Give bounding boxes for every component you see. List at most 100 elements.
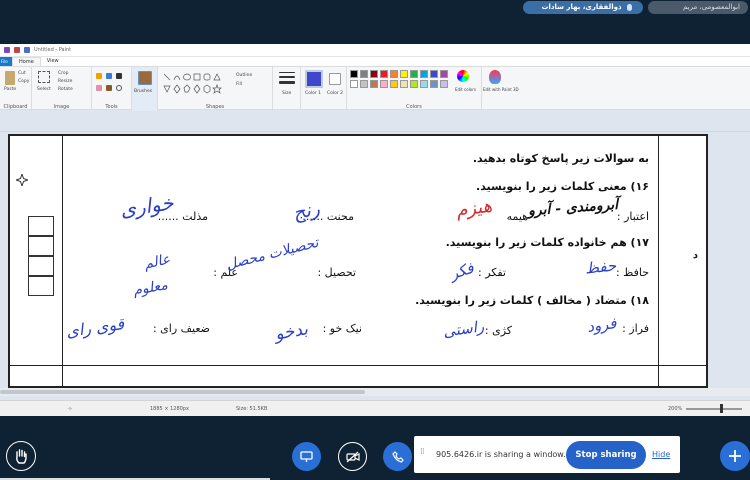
- zoom-slider-thumb[interactable]: [720, 404, 723, 413]
- pencil-icon[interactable]: [96, 73, 102, 79]
- fill-dropdown[interactable]: Fill: [236, 82, 242, 87]
- group-label: Tools: [105, 104, 118, 110]
- color-swatch[interactable]: [350, 70, 358, 78]
- edit-colors-icon[interactable]: [457, 70, 469, 82]
- edit-colors-button[interactable]: Edit colors: [455, 87, 476, 92]
- group-label: Shapes: [205, 104, 225, 110]
- color-swatch[interactable]: [430, 80, 438, 88]
- redo-icon[interactable]: [24, 47, 30, 53]
- color-swatch[interactable]: [400, 70, 408, 78]
- q18-answer-3: بدخو: [273, 319, 310, 345]
- color-swatch[interactable]: [390, 70, 398, 78]
- color-swatch[interactable]: [410, 80, 418, 88]
- color-select-group: Color 1 Color 2: [301, 67, 347, 111]
- brushes-group: Brushes: [132, 67, 158, 111]
- paint3d-icon[interactable]: [489, 70, 501, 84]
- color2-swatch[interactable]: [329, 73, 341, 85]
- tab-view[interactable]: View: [41, 57, 65, 66]
- worksheet-image[interactable]: د به سوالات زیر پاسخ کوتاه بدهید. ۱۶) مع…: [8, 134, 708, 388]
- rotate-button[interactable]: Rotate: [58, 87, 73, 92]
- cut-button[interactable]: Cut: [18, 71, 26, 76]
- canvas-size-text: 1885 × 1280px: [150, 406, 189, 412]
- outline-dropdown[interactable]: Outline: [236, 73, 252, 78]
- color1-swatch[interactable]: [305, 70, 323, 88]
- clipboard-group: Paste Cut Copy Clipboard: [0, 67, 32, 111]
- size-button[interactable]: Size: [282, 91, 291, 96]
- q17-item-2: تفکر :: [478, 266, 506, 279]
- fill-icon[interactable]: [106, 73, 112, 79]
- paint3d-group: Edit with Paint 3D: [482, 67, 519, 111]
- move-handle-icon: [16, 174, 28, 186]
- color-swatch[interactable]: [440, 70, 448, 78]
- color-swatch[interactable]: [360, 80, 368, 88]
- color-picker-icon[interactable]: [106, 85, 112, 91]
- margin-line: [658, 136, 659, 386]
- paste-icon[interactable]: [5, 71, 15, 85]
- drag-handle-icon[interactable]: ⁞⁞: [420, 447, 425, 457]
- paste-button[interactable]: Paste: [4, 87, 16, 92]
- size-group: Size: [273, 67, 301, 111]
- file-size-text: Size: 51.5KB: [236, 406, 268, 412]
- score-boxes: [28, 216, 54, 296]
- tab-file[interactable]: File: [0, 57, 12, 66]
- color-swatch[interactable]: [390, 80, 398, 88]
- participant-active[interactable]: ذوالفقاری، بهار سادات: [523, 1, 643, 14]
- horizontal-scrollbar[interactable]: [0, 388, 750, 396]
- color-swatch[interactable]: [350, 80, 358, 88]
- audio-button[interactable]: [383, 442, 412, 471]
- select-icon[interactable]: [38, 71, 50, 83]
- q18-answer-1: فرود: [585, 314, 618, 336]
- question-16-title: ۱۶) معنی کلمات زیر را بنویسید.: [476, 180, 649, 193]
- camera-toggle-button[interactable]: [338, 442, 367, 471]
- color-swatch[interactable]: [410, 70, 418, 78]
- camera-off-icon: [345, 451, 360, 462]
- q17-item-3: تحصیل :: [317, 266, 356, 279]
- color2-label: Color 2: [327, 91, 344, 96]
- color-swatch[interactable]: [430, 70, 438, 78]
- color-swatch[interactable]: [380, 80, 388, 88]
- image-group: Select Crop Resize Rotate Image: [32, 67, 92, 111]
- color-swatch[interactable]: [420, 70, 428, 78]
- participant-name: ابوالمعصومی، مریم: [683, 3, 740, 11]
- edit-paint3d-button[interactable]: Edit with Paint 3D: [483, 87, 519, 92]
- crop-button[interactable]: Crop: [58, 71, 69, 76]
- color-swatch[interactable]: [380, 70, 388, 78]
- magnifier-icon[interactable]: [116, 85, 122, 91]
- color-swatch[interactable]: [370, 80, 378, 88]
- save-icon[interactable]: [4, 47, 10, 53]
- participant-item[interactable]: ابوالمعصومی، مریم: [648, 1, 748, 14]
- color-swatch[interactable]: [360, 70, 368, 78]
- participant-bar: ذوالفقاری، بهار سادات ابوالمعصومی، مریم: [0, 0, 750, 16]
- question-18-title: ۱۸) متضاد ( مخالف ) کلمات زیر را بنویسید…: [415, 294, 649, 307]
- screen-share-button[interactable]: [292, 442, 321, 471]
- margin-line: [62, 136, 63, 386]
- raise-hand-button[interactable]: [6, 441, 36, 471]
- add-button[interactable]: [720, 441, 750, 471]
- tab-home[interactable]: Home: [12, 57, 41, 66]
- q17-item-1: حافظ :: [615, 266, 649, 279]
- scroll-thumb[interactable]: [0, 390, 365, 394]
- microphone-icon: [627, 3, 632, 11]
- color-swatch[interactable]: [440, 80, 448, 88]
- color-swatch[interactable]: [420, 80, 428, 88]
- hide-link[interactable]: Hide: [652, 450, 670, 459]
- stop-sharing-button[interactable]: Stop sharing: [566, 441, 646, 469]
- resize-button[interactable]: Resize: [58, 79, 72, 84]
- canvas-area[interactable]: د به سوالات زیر پاسخ کوتاه بدهید. ۱۶) مع…: [0, 132, 750, 404]
- cursor-position-icon: ⊹: [68, 406, 73, 412]
- copy-button[interactable]: Copy: [18, 79, 29, 84]
- brush-icon[interactable]: [138, 71, 152, 85]
- hand-icon: [16, 449, 27, 464]
- brushes-button[interactable]: Brushes: [134, 89, 152, 94]
- eraser-icon[interactable]: [96, 85, 102, 91]
- zoom-slider-track[interactable]: [686, 408, 742, 410]
- shapes-gallery-icon[interactable]: [162, 71, 234, 99]
- q18-item-1: فراز :: [622, 322, 649, 335]
- question-17-title: ۱۷) هم خانواده کلمات زیر را بنویسید.: [445, 236, 649, 249]
- color-swatch[interactable]: [400, 80, 408, 88]
- select-button[interactable]: Select: [37, 87, 51, 92]
- undo-icon[interactable]: [14, 47, 20, 53]
- color-swatch[interactable]: [370, 70, 378, 78]
- text-icon[interactable]: [116, 73, 122, 79]
- q18-item-3: نیک خو :: [322, 322, 362, 335]
